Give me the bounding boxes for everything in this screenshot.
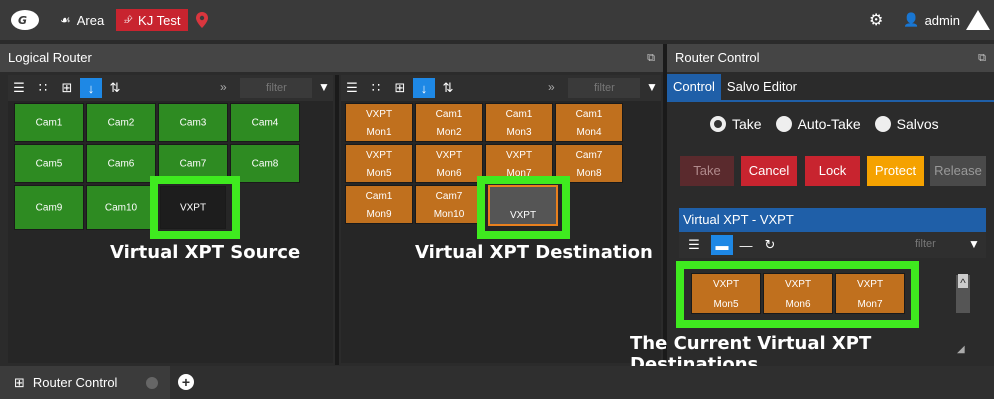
lock-button[interactable]: Lock — [805, 156, 860, 186]
sort-alpha-icon[interactable]: ⇅ — [437, 78, 459, 98]
gv-logo[interactable]: G — [10, 9, 40, 31]
user-label: admin — [924, 12, 960, 28]
bottom-tab-bar: ⊞ Router Control + — [0, 366, 994, 399]
add-tab-icon[interactable]: + — [178, 374, 194, 390]
source-highlight — [150, 176, 240, 239]
refresh-icon[interactable]: ↻ — [759, 235, 781, 255]
radio-salvos[interactable]: Salvos — [874, 116, 939, 132]
area-label: Area — [76, 12, 105, 28]
vxpt-filter-input[interactable]: filter — [915, 238, 936, 250]
list-view-icon[interactable]: ☰ — [683, 235, 705, 255]
tab-router-control-label: Router Control — [32, 375, 118, 390]
top-bar: G ☙ Area ⮵ KJ Test ⚙ 👤 admin — [0, 0, 994, 40]
destination-highlight — [477, 176, 570, 239]
sort-ascending-icon[interactable]: ↓ — [80, 78, 102, 98]
destination-tile[interactable]: VXPT Mon5 — [345, 144, 413, 183]
maximize-icon[interactable]: ⧉ — [647, 44, 655, 72]
scroll-up-icon[interactable] — [956, 274, 970, 313]
source-tile[interactable]: Cam1 — [14, 103, 84, 142]
kj-test-label: KJ Test — [138, 12, 181, 28]
grid-small-icon[interactable]: ∷ — [32, 78, 54, 98]
tab-salvo-editor[interactable]: Salvo Editor — [721, 74, 803, 100]
destination-tile[interactable]: Cam7 Mon10 — [415, 185, 483, 224]
logical-router-title: Logical Router — [8, 50, 92, 65]
radio-take[interactable]: Take — [710, 116, 762, 132]
close-tab-icon[interactable] — [146, 376, 158, 389]
list-view-icon[interactable]: ☰ — [341, 78, 363, 98]
svg-text:G: G — [18, 14, 27, 27]
user-menu[interactable]: 👤 admin — [903, 12, 960, 28]
hierarchy-icon: ☙ — [60, 13, 71, 27]
source-tile[interactable]: Cam10 — [86, 185, 156, 230]
tile-view-icon[interactable]: ▬ — [711, 235, 733, 255]
logical-router-header: Logical Router ⧉ — [0, 44, 663, 72]
grid-large-icon[interactable]: ⊞ — [389, 78, 411, 98]
expand-chevron-icon[interactable]: » — [220, 80, 227, 94]
maximize-icon[interactable]: ⧉ — [978, 44, 986, 72]
user-icon: 👤 — [903, 12, 920, 27]
source-tile[interactable]: Cam8 — [230, 144, 300, 183]
alert-triangle-icon[interactable] — [966, 10, 990, 30]
source-filter-input[interactable]: filter — [240, 78, 312, 98]
destination-filter-input[interactable]: filter — [568, 78, 640, 98]
destination-tile[interactable]: VXPT Mon1 — [345, 103, 413, 142]
route-icon: ⮵ — [124, 13, 134, 26]
cancel-button[interactable]: Cancel — [741, 156, 797, 186]
destination-tile[interactable]: Cam1 Mon4 — [555, 103, 623, 142]
virtual-xpt-toolbar: ☰ ▬ — ↻ filter ▼ — [679, 232, 986, 258]
tab-underline — [667, 100, 994, 102]
protect-button[interactable]: Protect — [867, 156, 924, 186]
source-tile[interactable]: Cam6 — [86, 144, 156, 183]
radio-unselected-icon — [874, 116, 891, 132]
take-mode-radios: Take Auto-Take Salvos — [710, 116, 953, 132]
grid-large-icon[interactable]: ⊞ — [56, 78, 78, 98]
radio-unselected-icon — [775, 116, 792, 132]
router-control-title: Router Control — [675, 50, 760, 65]
resize-grip-icon[interactable]: ◢ — [957, 344, 965, 355]
source-tile[interactable]: Cam9 — [14, 185, 84, 230]
grid-icon: ⊞ — [14, 374, 25, 390]
destination-tile[interactable]: Cam1 Mon3 — [485, 103, 553, 142]
list-view-icon[interactable]: ☰ — [8, 78, 30, 98]
compact-view-icon[interactable]: — — [735, 235, 757, 255]
source-tile[interactable]: Cam4 — [230, 103, 300, 142]
release-button[interactable]: Release — [930, 156, 986, 186]
sort-alpha-icon[interactable]: ⇅ — [104, 78, 126, 98]
sort-ascending-icon[interactable]: ↓ — [413, 78, 435, 98]
filter-icon[interactable]: ▼ — [318, 80, 330, 94]
tab-control[interactable]: Control — [667, 74, 721, 100]
kj-test-button[interactable]: ⮵ KJ Test — [116, 9, 189, 31]
top-right-controls: ⚙ 👤 admin — [869, 0, 994, 40]
caption-destination: Virtual XPT Destination — [415, 242, 653, 263]
source-tile[interactable]: Cam5 — [14, 144, 84, 183]
caption-source: Virtual XPT Source — [110, 242, 301, 263]
radio-auto-take[interactable]: Auto-Take — [775, 116, 861, 132]
router-control-header: Router Control ⧉ — [667, 44, 994, 72]
filter-icon[interactable]: ▼ — [968, 237, 980, 251]
source-tile[interactable]: Cam3 — [158, 103, 228, 142]
grid-small-icon[interactable]: ∷ — [365, 78, 387, 98]
area-menu[interactable]: ☙ Area — [60, 13, 104, 28]
pane-divider[interactable] — [335, 75, 339, 365]
take-button[interactable]: Take — [680, 156, 734, 186]
filter-icon[interactable]: ▼ — [646, 80, 658, 94]
destination-tile[interactable]: VXPT Mon6 — [415, 144, 483, 183]
router-control-tabs: Control Salvo Editor — [667, 74, 994, 100]
destination-tile[interactable]: Cam1 Mon2 — [415, 103, 483, 142]
tab-router-control[interactable]: ⊞ Router Control — [0, 366, 170, 399]
location-pin-icon[interactable] — [196, 12, 209, 28]
destination-tile[interactable]: Cam1 Mon9 — [345, 185, 413, 224]
radio-selected-icon — [710, 116, 726, 132]
virtual-xpt-header: Virtual XPT - VXPT — [679, 208, 986, 232]
expand-chevron-icon[interactable]: » — [548, 80, 555, 94]
source-tile[interactable]: Cam2 — [86, 103, 156, 142]
gear-icon[interactable]: ⚙ — [869, 10, 883, 30]
current-destinations-highlight — [676, 261, 919, 328]
